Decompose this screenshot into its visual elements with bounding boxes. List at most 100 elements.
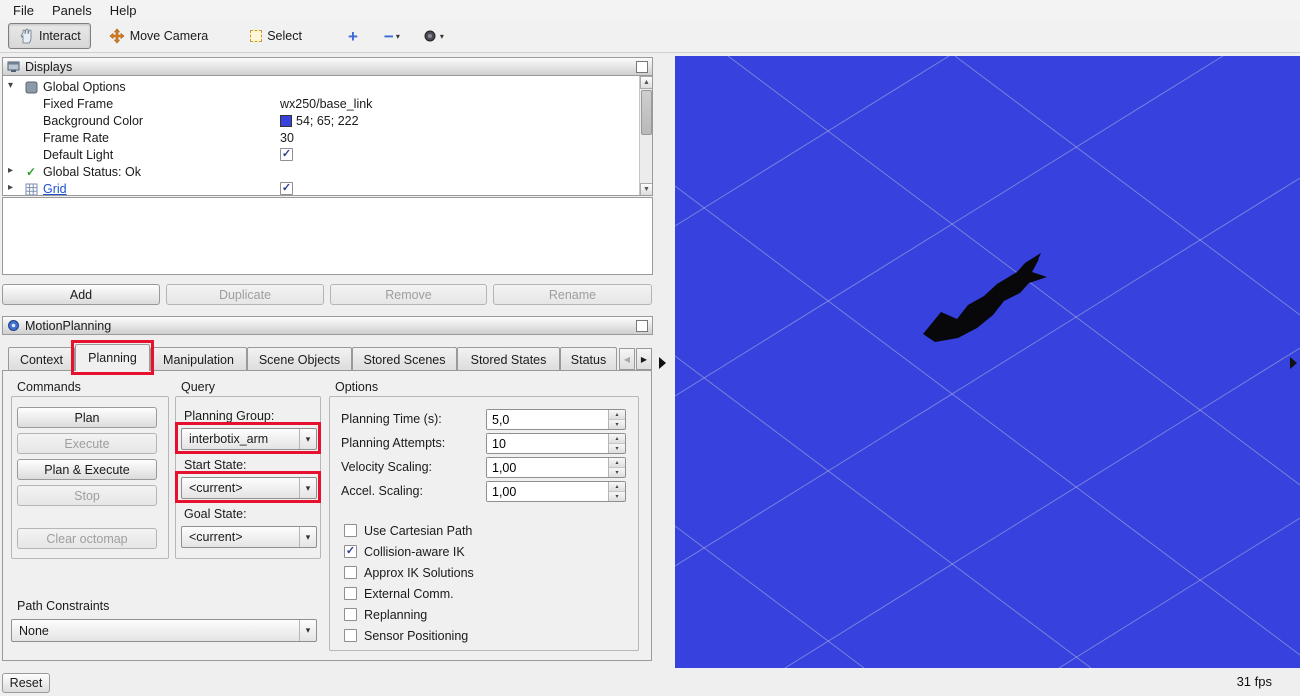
select-icon <box>250 30 262 42</box>
spin-buttons: ▴▾ <box>608 434 625 453</box>
spin-up-icon[interactable]: ▴ <box>609 434 625 444</box>
add-tool-button[interactable]: + <box>342 23 364 49</box>
start-state-select[interactable]: <current> ▾ <box>181 477 317 499</box>
background-color-value[interactable]: 54; 65; 222 <box>280 114 359 128</box>
add-display-button[interactable]: Add <box>2 284 160 305</box>
select-tool-button[interactable]: Select <box>240 23 312 49</box>
velocity-scaling-input[interactable]: ▴▾ <box>486 457 626 478</box>
use-cartesian-path-label: Use Cartesian Path <box>364 524 472 538</box>
tab-stored-states[interactable]: Stored States <box>457 347 560 371</box>
expander-closed-icon[interactable]: ▸ <box>8 165 13 176</box>
tab-context[interactable]: Context <box>8 347 75 371</box>
motionplanning-panel-header[interactable]: MotionPlanning <box>2 316 653 335</box>
tree-row-frame-rate[interactable]: Frame Rate 30 <box>3 130 652 147</box>
displays-panel-header[interactable]: Displays <box>2 57 653 76</box>
tab-status[interactable]: Status <box>560 347 617 371</box>
spin-down-icon[interactable]: ▾ <box>609 420 625 429</box>
scroll-up-icon[interactable]: ▲ <box>640 76 653 89</box>
display-description-box <box>2 197 653 275</box>
move-camera-tool-button[interactable]: Move Camera <box>99 23 219 49</box>
expander-closed-icon[interactable]: ▸ <box>8 182 13 193</box>
tree-label: Global Options <box>43 80 126 94</box>
tab-scroll-left-button[interactable]: ◀ <box>619 348 635 370</box>
sensor-positioning-checkbox[interactable]: ✓ <box>344 629 357 642</box>
tab-stored-scenes[interactable]: Stored Scenes <box>352 347 457 371</box>
tab-label: Stored Scenes <box>364 353 446 367</box>
grid-checkbox[interactable]: ✓ <box>280 182 293 195</box>
tab-scene-objects[interactable]: Scene Objects <box>247 347 352 371</box>
spin-up-icon[interactable]: ▴ <box>609 482 625 492</box>
move-camera-icon <box>109 28 125 44</box>
tree-row-default-light[interactable]: Default Light ✓ <box>3 147 652 164</box>
planning-time-input[interactable]: ▴▾ <box>486 409 626 430</box>
spin-down-icon[interactable]: ▾ <box>609 444 625 453</box>
velocity-scaling-value[interactable] <box>487 458 608 477</box>
spin-down-icon[interactable]: ▾ <box>609 468 625 477</box>
spin-buttons: ▴▾ <box>608 410 625 429</box>
accel-scaling-input[interactable]: ▴▾ <box>486 481 626 502</box>
tree-row-fixed-frame[interactable]: Fixed Frame wx250/base_link <box>3 96 652 113</box>
execute-button[interactable]: Execute <box>17 433 157 454</box>
replanning-checkbox[interactable]: ✓ <box>344 608 357 621</box>
accel-scaling-label: Accel. Scaling: <box>341 484 423 498</box>
planning-group-label: Planning Group: <box>184 409 274 423</box>
rename-display-button[interactable]: Rename <box>493 284 652 305</box>
splitter-collapse-handle[interactable] <box>1290 357 1297 369</box>
velocity-scaling-label: Velocity Scaling: <box>341 460 432 474</box>
tool-properties-button[interactable]: ▾ <box>416 23 450 49</box>
tab-planning[interactable]: Planning <box>75 344 150 371</box>
remove-tool-button[interactable]: − ▾ <box>378 23 406 49</box>
motionplanning-icon <box>7 319 20 332</box>
spin-up-icon[interactable]: ▴ <box>609 458 625 468</box>
tree-row-grid[interactable]: ▸ Grid ✓ <box>3 181 652 196</box>
duplicate-display-button[interactable]: Duplicate <box>166 284 324 305</box>
displays-icon <box>7 60 20 73</box>
interact-tool-button[interactable]: Interact <box>8 23 91 49</box>
chevron-down-icon: ▾ <box>299 620 316 641</box>
panel-float-button[interactable] <box>636 320 648 332</box>
fixed-frame-value[interactable]: wx250/base_link <box>280 97 372 111</box>
collision-aware-ik-checkbox[interactable]: ✓ <box>344 545 357 558</box>
tree-scrollbar[interactable]: ▲ ▼ <box>639 76 652 196</box>
external-comm-checkbox[interactable]: ✓ <box>344 587 357 600</box>
scrollbar-thumb[interactable] <box>641 90 652 135</box>
accel-scaling-value[interactable] <box>487 482 608 501</box>
reset-button[interactable]: Reset <box>2 673 50 693</box>
expander-open-icon[interactable]: ▾ <box>8 80 13 91</box>
planning-attempts-input[interactable]: ▴▾ <box>486 433 626 454</box>
replanning-label: Replanning <box>364 608 427 622</box>
planning-attempts-label: Planning Attempts: <box>341 436 445 450</box>
tree-row-background-color[interactable]: Background Color 54; 65; 222 <box>3 113 652 130</box>
goal-state-select[interactable]: <current> ▾ <box>181 526 317 548</box>
tree-row-global-options[interactable]: ▾ Global Options <box>3 79 652 96</box>
spin-down-icon[interactable]: ▾ <box>609 492 625 501</box>
planning-time-value[interactable] <box>487 410 608 429</box>
default-light-checkbox[interactable]: ✓ <box>280 148 293 161</box>
robot-arm-model[interactable] <box>923 253 1047 342</box>
spin-up-icon[interactable]: ▴ <box>609 410 625 420</box>
chevron-down-icon: ▾ <box>299 527 316 547</box>
tree-row-global-status[interactable]: ▸ ✓ Global Status: Ok <box>3 164 652 181</box>
stop-button[interactable]: Stop <box>17 485 157 506</box>
planning-attempts-value[interactable] <box>487 434 608 453</box>
plan-and-execute-button[interactable]: Plan & Execute <box>17 459 157 480</box>
splitter-collapse-handle[interactable] <box>659 357 666 369</box>
frame-rate-value[interactable]: 30 <box>280 131 294 145</box>
plan-button[interactable]: Plan <box>17 407 157 428</box>
scroll-down-icon[interactable]: ▼ <box>640 183 653 196</box>
tab-label: Status <box>571 353 606 367</box>
clear-octomap-button[interactable]: Clear octomap <box>17 528 157 549</box>
planning-group-select[interactable]: interbotix_arm ▾ <box>181 428 317 450</box>
menu-file[interactable]: File <box>4 1 43 20</box>
chevron-down-icon: ▾ <box>440 32 444 41</box>
menu-help[interactable]: Help <box>101 1 146 20</box>
path-constraints-select[interactable]: None ▾ <box>11 619 317 642</box>
approx-ik-solutions-checkbox[interactable]: ✓ <box>344 566 357 579</box>
tab-scroll-right-button[interactable]: ▶ <box>636 348 652 370</box>
remove-display-button[interactable]: Remove <box>330 284 487 305</box>
menu-panels[interactable]: Panels <box>43 1 101 20</box>
use-cartesian-path-checkbox[interactable]: ✓ <box>344 524 357 537</box>
3d-viewport[interactable] <box>675 56 1300 668</box>
panel-float-button[interactable] <box>636 61 648 73</box>
tab-manipulation[interactable]: Manipulation <box>150 347 247 371</box>
